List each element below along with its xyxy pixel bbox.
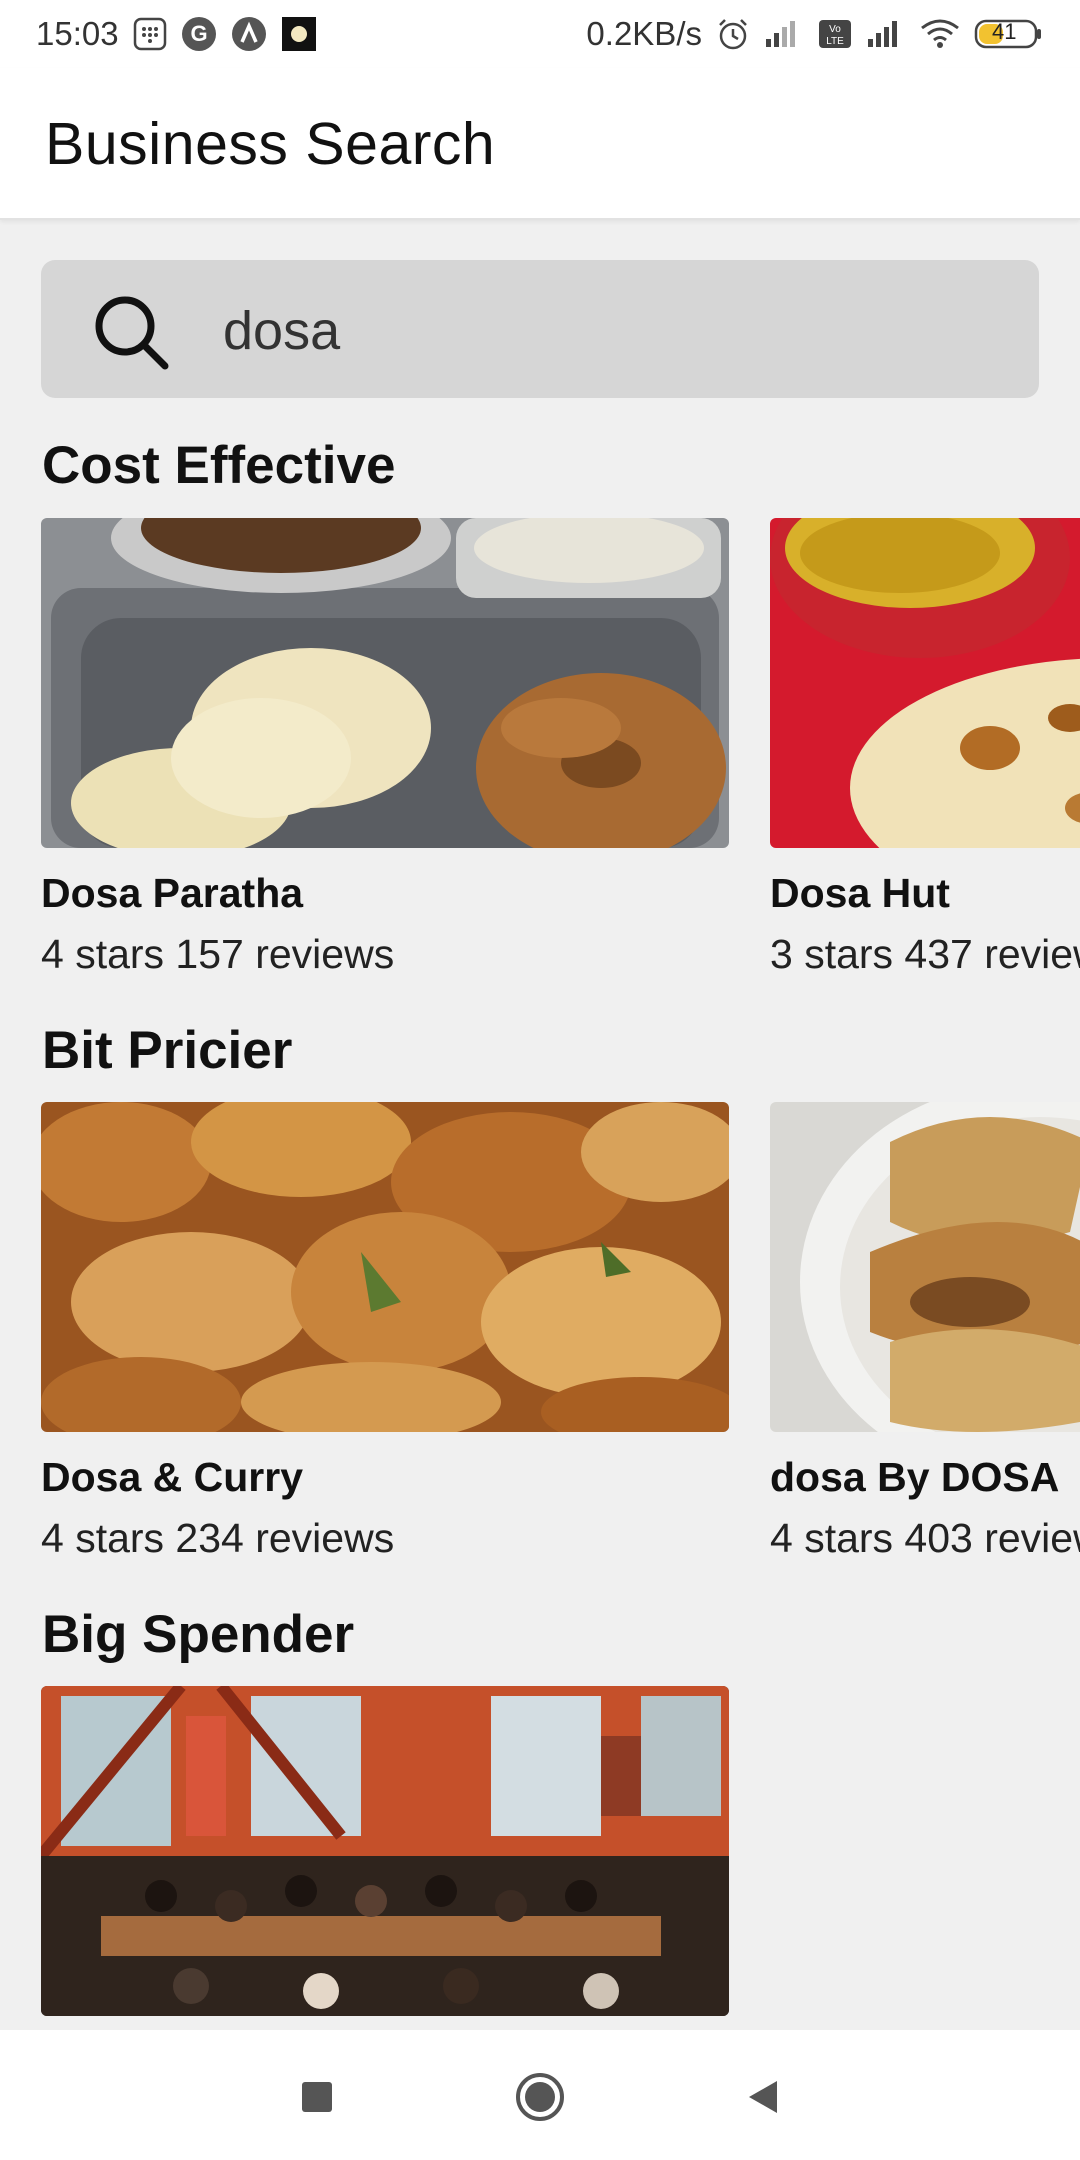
- business-row-bit-pricier[interactable]: Dosa & Curry 4 stars 234 reviews dosa By…: [0, 1102, 1080, 1582]
- recents-button[interactable]: [290, 2070, 344, 2124]
- section-title-big-spender: Big Spender: [42, 1605, 355, 1664]
- search-icon: [95, 296, 169, 370]
- dal-and-paratha-photo[interactable]: [770, 518, 1080, 848]
- pakora-photo[interactable]: [41, 1102, 729, 1432]
- business-rating: 4 stars 234 reviews: [41, 1515, 395, 1561]
- south-indian-thali-photo[interactable]: [41, 518, 729, 848]
- wifi-icon: [920, 18, 960, 50]
- volte-icon: Vo LTE: [818, 19, 852, 49]
- business-card[interactable]: [41, 1686, 729, 2016]
- signal-icon: [764, 19, 804, 49]
- dosa-plate-photo[interactable]: [770, 1102, 1080, 1432]
- network-speed: 0.2KB/s: [586, 15, 702, 52]
- back-button[interactable]: [736, 2070, 790, 2124]
- page-title: Business Search: [45, 111, 496, 177]
- business-row-cost-effective[interactable]: Dosa Paratha 4 stars 157 reviews Dosa Hu…: [0, 518, 1080, 998]
- business-card[interactable]: Dosa & Curry 4 stars 234 reviews: [41, 1102, 729, 1562]
- system-nav-bar: [0, 2030, 1080, 2160]
- business-rating: 4 stars 403 reviews: [770, 1515, 1080, 1561]
- triangle-back-icon: [749, 2081, 777, 2113]
- business-rating: 4 stars 157 reviews: [41, 931, 395, 977]
- search-input[interactable]: [221, 290, 1005, 372]
- business-name[interactable]: dosa By DOSA: [770, 1454, 1080, 1501]
- status-bar: 15:03 G 0.2KB/s Vo LTE 41: [0, 0, 1080, 68]
- square-icon: [302, 2082, 332, 2112]
- business-row-big-spender[interactable]: [0, 1686, 1080, 2030]
- status-bar-right: 0.2KB/s Vo LTE 41: [586, 15, 1044, 53]
- business-card[interactable]: Dosa Paratha 4 stars 157 reviews: [41, 518, 729, 978]
- alarm-icon: [716, 17, 750, 51]
- svg-text:Vo: Vo: [829, 24, 841, 35]
- signal-icon: [866, 19, 906, 49]
- business-name[interactable]: Dosa & Curry: [41, 1454, 729, 1501]
- business-card[interactable]: dosa By DOSA 4 stars 403 reviews: [770, 1102, 1080, 1562]
- circle-icon: [516, 2073, 564, 2121]
- g-app-icon: G: [181, 16, 217, 52]
- section-title-bit-pricier: Bit Pricier: [42, 1021, 293, 1080]
- battery-level: 41: [992, 19, 1017, 44]
- svg-text:LTE: LTE: [826, 36, 844, 47]
- app-icon: [281, 16, 317, 52]
- business-rating: 3 stars 437 reviews: [770, 931, 1080, 977]
- search-bar[interactable]: [41, 260, 1039, 398]
- business-name[interactable]: Dosa Hut: [770, 870, 1080, 917]
- home-button[interactable]: [513, 2070, 567, 2124]
- section-title-cost-effective: Cost Effective: [42, 436, 396, 495]
- a-app-icon: [231, 16, 267, 52]
- business-card[interactable]: Dosa Hut 3 stars 437 reviews: [770, 518, 1080, 978]
- app-bar: Business Search: [0, 68, 1080, 220]
- status-bar-left: 15:03 G: [36, 15, 317, 53]
- svg-text:G: G: [190, 21, 207, 46]
- status-time: 15:03: [36, 15, 119, 52]
- battery-icon: 41: [974, 17, 1044, 51]
- results-list[interactable]: Cost Effective: [0, 220, 1080, 2030]
- restaurant-interior-photo[interactable]: [41, 1686, 729, 2016]
- business-name[interactable]: Dosa Paratha: [41, 870, 729, 917]
- calculator-icon: [133, 17, 167, 51]
